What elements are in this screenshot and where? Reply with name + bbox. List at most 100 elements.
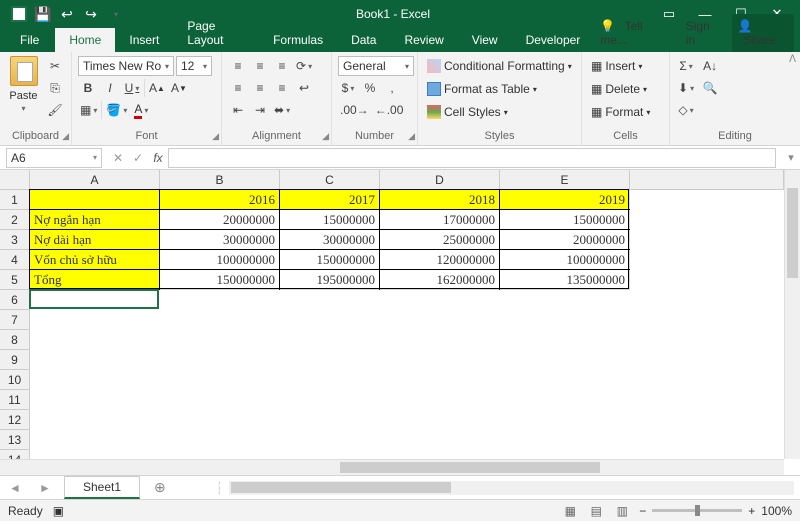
col-header[interactable]: B [160, 170, 280, 189]
cell[interactable]: 25000000 [380, 230, 500, 250]
cell[interactable]: 20000000 [500, 230, 630, 250]
fill-color-icon[interactable]: 🪣 [104, 100, 129, 120]
row-headers[interactable]: 1234567891011121314 [0, 190, 30, 459]
zoom-out-icon[interactable]: − [639, 504, 646, 518]
horizontal-scrollbar-grid[interactable] [0, 459, 784, 475]
find-select-icon[interactable]: 🔍 [700, 78, 720, 98]
autosum-icon[interactable]: Σ [676, 56, 696, 76]
increase-decimal-icon[interactable]: .00→ [338, 100, 371, 120]
cell[interactable]: 30000000 [280, 230, 380, 250]
align-top-icon[interactable]: ≡ [228, 56, 248, 76]
align-middle-icon[interactable]: ≡ [250, 56, 270, 76]
underline-button[interactable]: U [122, 78, 142, 98]
delete-cells-button[interactable]: ▦ Delete ▾ [588, 79, 653, 99]
zoom-in-icon[interactable]: + [748, 504, 755, 518]
qat-customize-icon[interactable] [104, 3, 126, 25]
tab-review[interactable]: Review [390, 28, 457, 52]
row-header[interactable]: 6 [0, 290, 29, 310]
cell[interactable]: Vốn chủ sở hữu [30, 250, 160, 270]
cell[interactable]: Nợ dài hạn [30, 230, 160, 250]
redo-icon[interactable]: ↪ [80, 3, 102, 25]
col-header[interactable]: A [30, 170, 160, 189]
tab-view[interactable]: View [458, 28, 512, 52]
row-header[interactable]: 11 [0, 390, 29, 410]
undo-icon[interactable]: ↩ [56, 3, 78, 25]
grow-font-icon[interactable]: A▲ [147, 78, 167, 98]
tab-insert[interactable]: Insert [115, 28, 173, 52]
font-name-combo[interactable]: Times New Ro▾ [78, 56, 174, 76]
cell[interactable]: 135000000 [500, 270, 630, 290]
currency-icon[interactable]: $ [338, 78, 358, 98]
name-box[interactable]: A6▾ [6, 148, 102, 168]
align-right-icon[interactable]: ≡ [272, 78, 292, 98]
format-painter-icon[interactable]: 🖌 [45, 100, 65, 120]
conditional-formatting-button[interactable]: Conditional Formatting ▾ [424, 56, 575, 76]
cell[interactable]: 30000000 [160, 230, 280, 250]
clipboard-launcher-icon[interactable]: ◢ [62, 131, 69, 142]
comma-icon[interactable]: , [382, 78, 402, 98]
cell[interactable]: 2019 [500, 190, 630, 210]
font-launcher-icon[interactable]: ◢ [212, 131, 219, 142]
wrap-text-icon[interactable]: ↩ [294, 78, 314, 98]
cell[interactable]: 2016 [160, 190, 280, 210]
orientation-icon[interactable]: ⟳ [294, 56, 314, 76]
row-header[interactable]: 13 [0, 430, 29, 450]
tell-me[interactable]: 💡 Tell me... [594, 14, 669, 52]
cut-icon[interactable]: ✂ [45, 56, 65, 76]
col-header[interactable]: C [280, 170, 380, 189]
save-icon[interactable]: 💾 [32, 3, 54, 25]
macro-record-icon[interactable]: ▣ [53, 504, 64, 518]
paste-button[interactable]: Paste ▾ [6, 56, 41, 129]
cell[interactable]: 2017 [280, 190, 380, 210]
cell[interactable]: Tổng [30, 270, 160, 290]
decrease-decimal-icon[interactable]: ←.00 [373, 100, 406, 120]
format-cells-button[interactable]: ▦ Format ▾ [588, 102, 653, 122]
cells-area[interactable]: 2016201720182019Nợ ngắn hạn2000000015000… [30, 190, 784, 459]
sheet-nav-next-icon[interactable]: ► [30, 481, 60, 495]
fill-icon[interactable]: ⬇ [676, 78, 696, 98]
cell[interactable]: 162000000 [380, 270, 500, 290]
zoom-level[interactable]: 100% [761, 504, 792, 518]
normal-view-icon[interactable]: ▦ [561, 502, 579, 520]
font-size-combo[interactable]: 12▾ [176, 56, 212, 76]
row-header[interactable]: 12 [0, 410, 29, 430]
merge-center-icon[interactable]: ⬌ [272, 100, 292, 120]
tab-data[interactable]: Data [337, 28, 390, 52]
cell[interactable]: 100000000 [500, 250, 630, 270]
cell[interactable]: 17000000 [380, 210, 500, 230]
column-headers[interactable]: ABCDE [30, 170, 784, 190]
row-header[interactable]: 5 [0, 270, 29, 290]
shrink-font-icon[interactable]: A▼ [169, 78, 189, 98]
number-launcher-icon[interactable]: ◢ [408, 131, 415, 142]
decrease-indent-icon[interactable]: ⇤ [228, 100, 248, 120]
row-header[interactable]: 1 [0, 190, 29, 210]
collapse-ribbon-icon[interactable]: ᐱ [789, 54, 796, 65]
horizontal-scrollbar[interactable] [229, 481, 794, 495]
fx-icon[interactable]: fx [148, 151, 168, 165]
borders-icon[interactable]: ▦ [78, 100, 99, 120]
row-header[interactable]: 4 [0, 250, 29, 270]
cell[interactable]: 15000000 [280, 210, 380, 230]
cell[interactable]: 20000000 [160, 210, 280, 230]
bold-button[interactable]: B [78, 78, 98, 98]
number-format-combo[interactable]: General▾ [338, 56, 414, 76]
cell[interactable]: 100000000 [160, 250, 280, 270]
sort-filter-icon[interactable]: A↓ [700, 56, 720, 76]
col-header[interactable]: E [500, 170, 630, 189]
tab-file[interactable]: File [4, 28, 55, 52]
row-header[interactable]: 2 [0, 210, 29, 230]
clear-icon[interactable]: ◇ [676, 100, 696, 120]
cell[interactable]: 120000000 [380, 250, 500, 270]
row-header[interactable]: 7 [0, 310, 29, 330]
row-header[interactable]: 10 [0, 370, 29, 390]
select-all-button[interactable] [0, 170, 30, 190]
cell[interactable]: 150000000 [280, 250, 380, 270]
tab-formulas[interactable]: Formulas [259, 28, 337, 52]
page-break-view-icon[interactable]: ▥ [613, 502, 631, 520]
format-as-table-button[interactable]: Format as Table ▾ [424, 79, 575, 99]
align-left-icon[interactable]: ≡ [228, 78, 248, 98]
font-color-icon[interactable]: A [131, 100, 151, 120]
tab-page-layout[interactable]: Page Layout [173, 14, 259, 52]
enter-formula-icon[interactable]: ✓ [128, 151, 148, 165]
italic-button[interactable]: I [100, 78, 120, 98]
